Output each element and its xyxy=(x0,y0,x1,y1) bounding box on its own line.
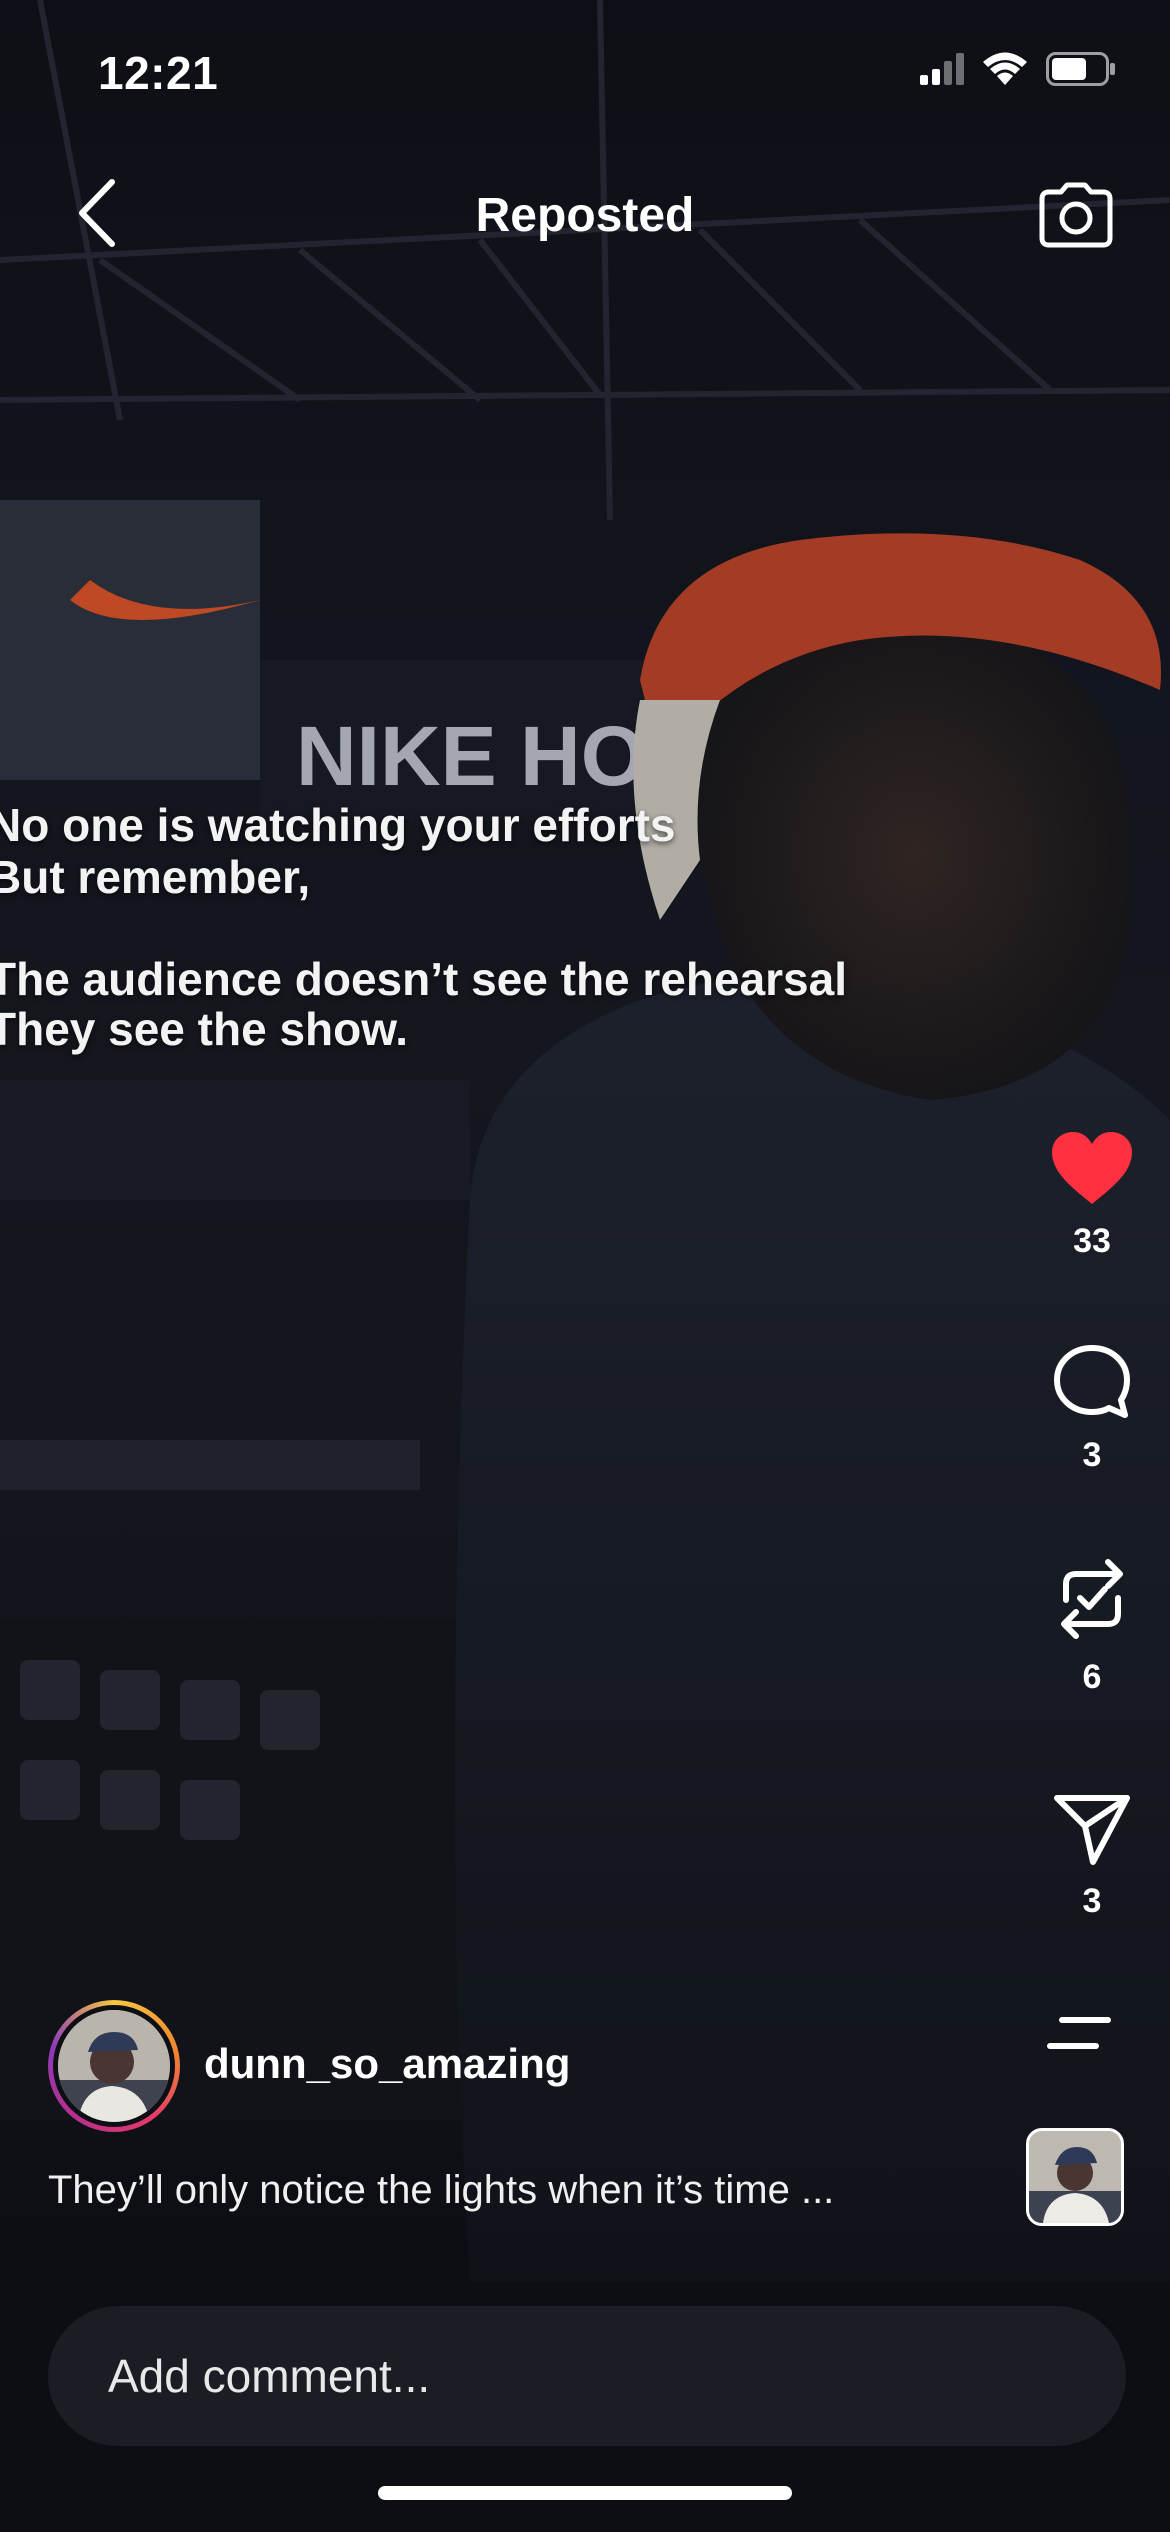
repost-button[interactable]: 6 xyxy=(1042,1556,1142,1697)
reel-viewer-screen: NIKE HOC 12:21 Reposted No one is watchi… xyxy=(0,0,1170,2532)
video-frame-scene: NIKE HOC xyxy=(0,0,1170,2282)
video-player[interactable]: NIKE HOC xyxy=(0,0,1170,2282)
cellular-signal-icon xyxy=(920,53,964,90)
heart-icon xyxy=(1042,1130,1142,1206)
add-comment-input[interactable]: Add comment... xyxy=(48,2306,1126,2446)
status-time: 12:21 xyxy=(98,47,219,99)
comment-bar: Add comment... xyxy=(0,2282,1170,2532)
menu-lines-icon xyxy=(1046,2017,1116,2070)
paper-plane-icon xyxy=(1042,1792,1142,1866)
comment-button[interactable]: 3 xyxy=(1042,1344,1142,1475)
overlay-text-line-1: No one is watching your efforts xyxy=(0,799,676,851)
battery-icon xyxy=(1046,52,1116,91)
repost-icon xyxy=(1042,1556,1142,1642)
camera-button[interactable] xyxy=(1026,172,1126,262)
author-username[interactable]: dunn_so_amazing xyxy=(204,2040,570,2088)
more-options-button[interactable] xyxy=(1046,2006,1116,2066)
like-button[interactable]: 33 xyxy=(1042,1130,1142,1261)
share-button[interactable]: 3 xyxy=(1042,1792,1142,1921)
repost-count: 6 xyxy=(1082,1658,1102,1696)
avatar-image xyxy=(58,2010,170,2122)
page-title: Reposted xyxy=(475,189,695,242)
overlay-text-line-4: They see the show. xyxy=(0,1003,409,1055)
like-count: 33 xyxy=(1073,1222,1111,1260)
author-avatar[interactable] xyxy=(48,2000,180,2132)
share-count: 3 xyxy=(1082,1882,1102,1920)
comment-count: 3 xyxy=(1082,1436,1102,1474)
video-dim-overlay xyxy=(0,0,1170,2282)
comment-bubble-icon xyxy=(1042,1344,1142,1420)
status-icons xyxy=(920,52,1116,91)
audio-thumbnail[interactable] xyxy=(1026,2128,1124,2226)
overlay-text-line-2: But remember, xyxy=(0,851,311,903)
post-caption[interactable]: They’ll only notice the lights when it’s… xyxy=(48,2168,834,2213)
wifi-icon xyxy=(982,52,1028,91)
camera-icon xyxy=(1039,182,1113,253)
overlay-text-line-3: The audience doesn’t see the rehearsal xyxy=(0,953,847,1005)
home-indicator[interactable] xyxy=(378,2486,792,2500)
